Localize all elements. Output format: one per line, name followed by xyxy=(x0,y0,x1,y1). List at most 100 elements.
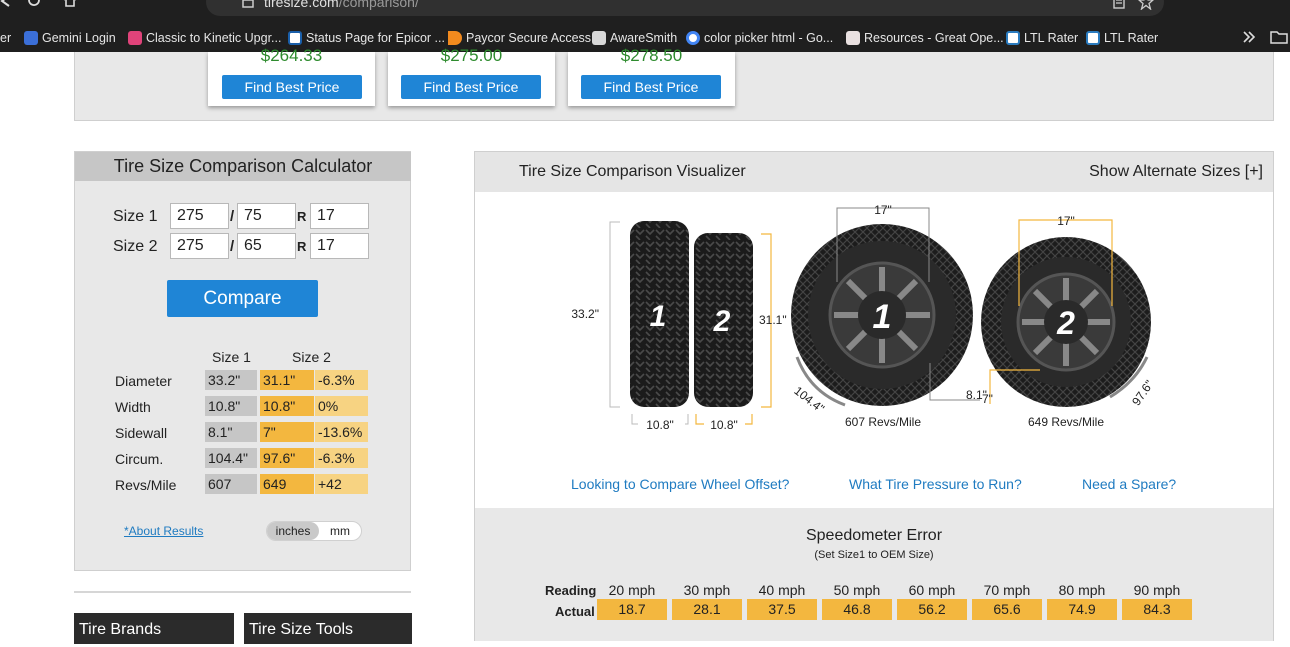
show-alternate-sizes-toggle[interactable]: Show Alternate Sizes [+] xyxy=(1089,163,1263,181)
size1-value: 33.2" xyxy=(205,370,257,390)
folder-icon xyxy=(592,31,606,45)
height1-dimension xyxy=(609,221,620,408)
size2-width-input[interactable]: 275 xyxy=(170,233,229,259)
row-label: Width xyxy=(115,399,151,415)
compare-button[interactable]: Compare xyxy=(167,280,318,317)
browser-chrome: tiresize.com/comparison/ er Gemini Login… xyxy=(0,0,1290,52)
size2-ratio-input[interactable]: 65 xyxy=(237,233,296,259)
actual-value: 84.3 xyxy=(1122,599,1192,620)
bookmark-item[interactable]: Status Page for Epicor ... xyxy=(288,29,445,47)
size2-label: Size 2 xyxy=(113,238,158,255)
reload-icon[interactable] xyxy=(26,0,42,8)
row-label: Revs/Mile xyxy=(115,477,177,493)
gemini-icon xyxy=(24,31,38,45)
speedometer-subtitle: (Set Size1 to OEM Size) xyxy=(814,549,934,561)
bookmark-item[interactable]: Resources - Great Ope... xyxy=(846,29,1004,47)
unit-inches-option[interactable]: inches xyxy=(267,522,319,540)
reading-label: Reading xyxy=(545,583,597,598)
width1-label: 10.8" xyxy=(646,418,674,432)
find-best-price-button[interactable]: Find Best Price xyxy=(581,75,721,99)
offer-price: $278.50 xyxy=(620,46,683,65)
folder-icon[interactable] xyxy=(1270,29,1288,45)
offer-price: $275.00 xyxy=(440,46,503,65)
address-bar[interactable]: tiresize.com/comparison/ xyxy=(206,0,1164,16)
speedometer-title: Speedometer Error xyxy=(805,527,943,544)
paycor-icon xyxy=(448,31,462,45)
bookmark-item[interactable]: Gemini Login xyxy=(24,29,116,47)
size1-rim-input[interactable]: 17 xyxy=(310,203,369,229)
find-best-price-button[interactable]: Find Best Price xyxy=(222,75,362,99)
url-path: /comparison/ xyxy=(338,0,419,10)
height1-label: 33.2" xyxy=(571,307,599,321)
tire2-tread-view: 2 xyxy=(694,233,753,407)
tire2-number: 2 xyxy=(713,305,731,338)
rim-label: R xyxy=(297,209,307,224)
calculator-title: Tire Size Comparison Calculator xyxy=(75,152,411,181)
size2-value: 10.8" xyxy=(260,396,314,416)
ltl-icon xyxy=(1086,31,1100,45)
actual-label: Actual xyxy=(555,604,595,619)
wheel2-number: 2 xyxy=(1056,305,1075,341)
circumference2-label: 97.6" xyxy=(1129,378,1156,409)
diff-value: 0% xyxy=(315,396,368,416)
epicor-icon xyxy=(288,31,302,45)
slash-separator: / xyxy=(230,238,235,255)
revs1-label: 607 Revs/Mile xyxy=(845,415,921,429)
size1-label: Size 1 xyxy=(113,208,158,225)
size1-value: 607 xyxy=(205,474,257,494)
offer-price: $264.33 xyxy=(260,46,323,65)
about-results-link[interactable]: *About Results xyxy=(124,524,203,538)
bookmark-item[interactable]: LTL Rater xyxy=(1006,29,1078,47)
reading-value: 40 mph xyxy=(758,582,806,598)
row-label: Diameter xyxy=(115,373,172,389)
diff-value: +42 xyxy=(315,474,368,494)
reading-value: 80 mph xyxy=(1058,582,1106,598)
chevron-double-right-icon[interactable] xyxy=(1242,30,1256,44)
size2-rim-input[interactable]: 17 xyxy=(310,233,369,259)
rim-label: R xyxy=(297,239,307,254)
bookmark-item[interactable]: Paycor Secure Access xyxy=(448,29,591,47)
actual-value: 37.5 xyxy=(747,599,817,620)
size1-width-input[interactable]: 275 xyxy=(170,203,229,229)
unit-toggle[interactable]: inches mm xyxy=(266,521,362,541)
back-arrow-icon[interactable] xyxy=(0,0,12,8)
ltl-icon xyxy=(1006,31,1020,45)
page-icon[interactable] xyxy=(1112,0,1126,9)
size1-ratio-input[interactable]: 75 xyxy=(237,203,296,229)
bookmark-item[interactable]: Classic to Kinetic Upgr... xyxy=(128,29,281,47)
bookmark-item[interactable]: AwareSmith xyxy=(592,29,677,47)
actual-value: 18.7 xyxy=(597,599,667,620)
tire1-wheel-view: 1 xyxy=(791,224,973,406)
circumference1-label: 104.4" xyxy=(791,384,827,416)
actual-value: 74.9 xyxy=(1047,599,1117,620)
wheel-offset-link[interactable]: Looking to Compare Wheel Offset? xyxy=(571,476,789,492)
tire-diagram: 1 2 33.2" 31.1" 10.8" 10.8" 1 17" 8.1" 1… xyxy=(571,203,1156,432)
size2-value: 97.6" xyxy=(260,448,314,468)
reading-value: 60 mph xyxy=(908,582,956,598)
tire1-number: 1 xyxy=(650,300,667,333)
bookmark-item[interactable]: color picker html - Go... xyxy=(686,29,833,47)
tire2-wheel-view: 2 xyxy=(981,237,1151,407)
tire-brands-button[interactable]: Tire Brands xyxy=(74,613,234,644)
tire-pressure-link[interactable]: What Tire Pressure to Run? xyxy=(849,476,1022,492)
find-best-price-button[interactable]: Find Best Price xyxy=(401,75,541,99)
tire-size-tools-button[interactable]: Tire Size Tools xyxy=(244,613,412,644)
visualizer-header: Tire Size Comparison Visualizer Show Alt… xyxy=(475,152,1273,192)
tire1-tread-view: 1 xyxy=(630,221,689,407)
row-label: Circum. xyxy=(115,451,164,467)
slash-separator: / xyxy=(230,208,235,225)
revs2-label: 649 Revs/Mile xyxy=(1028,415,1104,429)
visualizer-title: Tire Size Comparison Visualizer xyxy=(519,163,746,180)
bookmark-item[interactable]: er xyxy=(0,29,11,47)
reading-value: 70 mph xyxy=(983,582,1031,598)
home-icon[interactable] xyxy=(62,0,78,8)
star-icon[interactable] xyxy=(1138,0,1154,10)
actual-value: 56.2 xyxy=(897,599,967,620)
bookmark-item[interactable]: LTL Rater xyxy=(1086,29,1158,47)
rim2-label: 17" xyxy=(1057,214,1075,228)
need-spare-link[interactable]: Need a Spare? xyxy=(1082,476,1176,492)
diff-value: -6.3% xyxy=(315,448,368,468)
size1-value: 8.1" xyxy=(205,422,257,442)
row-label: Sidewall xyxy=(115,425,168,441)
unit-mm-option[interactable]: mm xyxy=(319,522,361,540)
